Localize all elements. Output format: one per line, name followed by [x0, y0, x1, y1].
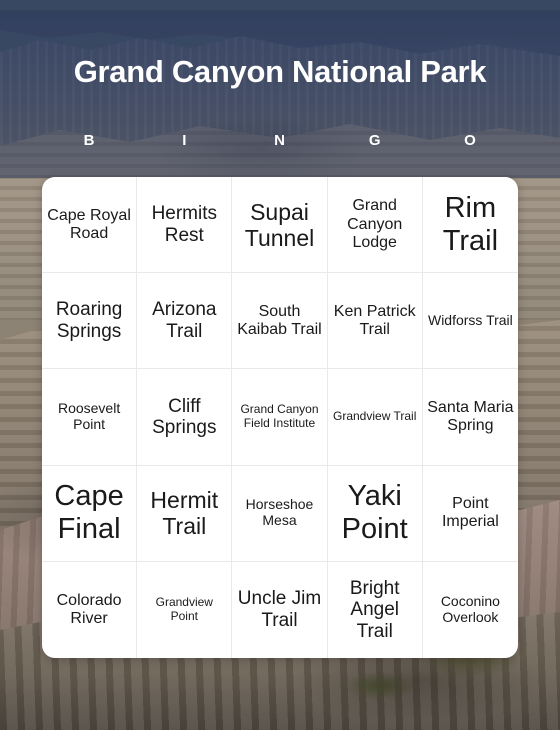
bingo-grid: Cape Royal Road Hermits Rest Supai Tunne… [42, 177, 518, 658]
bingo-cell[interactable]: Roaring Springs [42, 273, 138, 370]
bingo-cell[interactable]: Hermits Rest [137, 177, 233, 274]
bingo-letter-o: O [464, 132, 477, 149]
bingo-cell[interactable]: Santa Maria Spring [422, 369, 518, 466]
bingo-cell[interactable]: Grand Canyon Lodge [327, 177, 423, 274]
bingo-cell[interactable]: Cape Royal Road [42, 177, 138, 274]
bingo-cell[interactable]: Grandview Point [137, 561, 233, 658]
bingo-cell[interactable]: Widforss Trail [422, 273, 518, 370]
bingo-cell[interactable]: Grand Canyon Field Institute [232, 369, 328, 466]
bingo-card-page: Grand Canyon National Park B I N G O Cap… [0, 0, 560, 730]
bingo-cell[interactable]: Coconino Overlook [423, 562, 518, 658]
bingo-letter-b: B [83, 132, 96, 149]
bingo-cell[interactable]: Grandview Trail [327, 369, 423, 466]
bingo-cell[interactable]: Cape Final [42, 465, 138, 562]
bingo-cell[interactable]: Hermit Trail [137, 465, 233, 562]
bingo-cell[interactable]: Yaki Point [327, 465, 423, 562]
bingo-letter-i: I [182, 132, 188, 149]
bingo-cell[interactable]: Bright Angel Trail [328, 561, 423, 658]
bingo-cell[interactable]: Arizona Trail [137, 273, 233, 370]
bingo-cell[interactable]: Roosevelt Point [42, 369, 138, 466]
bingo-cell[interactable]: Supai Tunnel [232, 177, 328, 274]
bingo-cell[interactable]: Uncle Jim Trail [232, 561, 328, 658]
bingo-letter-n: N [274, 132, 286, 149]
bingo-letter-g: G [368, 132, 382, 149]
card-header: Grand Canyon National Park B I N G O [0, 0, 560, 178]
bingo-card: Cape Royal Road Hermits Rest Supai Tunne… [42, 177, 518, 658]
page-title: Grand Canyon National Park [73, 54, 487, 89]
bingo-cell[interactable]: Colorado River [42, 561, 138, 658]
bingo-cell[interactable]: Cliff Springs [137, 369, 233, 466]
bingo-cell[interactable]: Ken Patrick Trail [327, 273, 423, 370]
bingo-cell[interactable]: Rim Trail [422, 177, 518, 274]
bingo-cell[interactable]: South Kaibab Trail [232, 273, 328, 370]
bingo-letters-row: B I N G O [42, 132, 518, 149]
bingo-cell[interactable]: Horseshoe Mesa [232, 465, 328, 562]
bingo-cell[interactable]: Point Imperial [422, 466, 518, 562]
